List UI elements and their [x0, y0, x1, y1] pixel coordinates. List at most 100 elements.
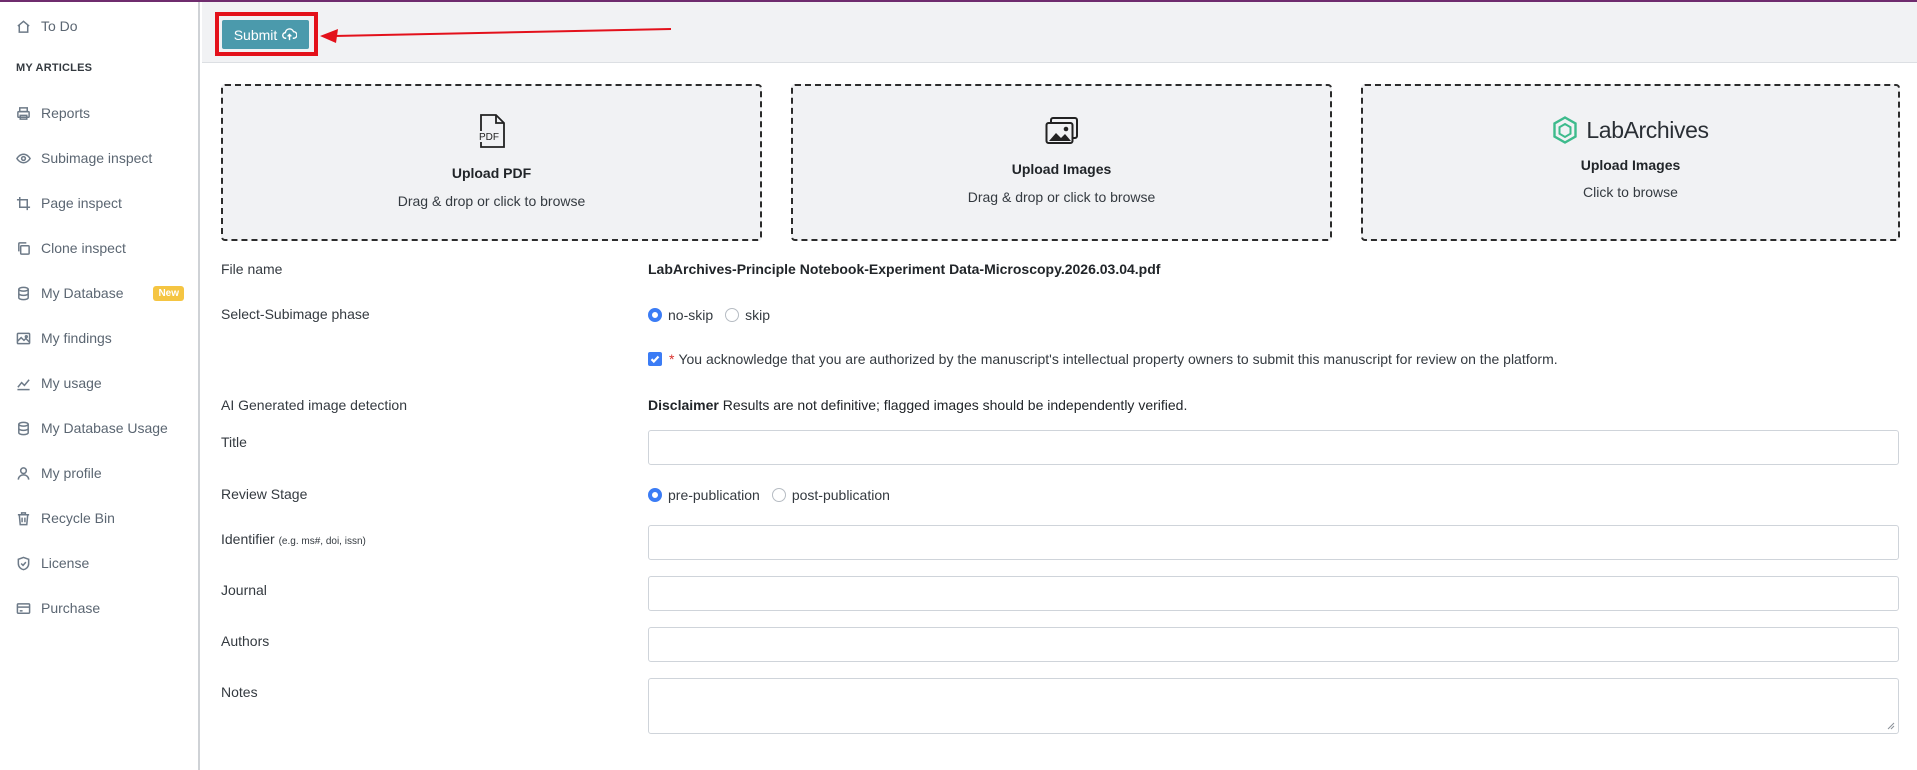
file-name-label: File name [221, 261, 283, 277]
notes-textarea[interactable] [648, 678, 1899, 734]
title-label: Title [221, 434, 247, 450]
notes-label: Notes [221, 684, 258, 700]
radio-skip[interactable]: skip [725, 307, 770, 323]
image-icon [16, 332, 31, 344]
sidebar-item-page-inspect[interactable]: Page inspect [16, 195, 186, 211]
sidebar-item-license[interactable]: License [16, 555, 186, 571]
sidebar-item-label: Clone inspect [41, 240, 126, 256]
upload-images-dropzone[interactable]: Upload Images Drag & drop or click to br… [791, 84, 1332, 241]
trash-icon [17, 511, 30, 525]
sidebar-item-label: Recycle Bin [41, 510, 115, 526]
sidebar-item-purchase[interactable]: Purchase [16, 600, 186, 616]
disclaimer: Disclaimer Results are not definitive; f… [648, 397, 1187, 413]
radio-indicator[interactable] [648, 308, 662, 322]
sidebar-item-my-usage[interactable]: My usage [16, 375, 186, 391]
disclaimer-text: Results are not definitive; flagged imag… [722, 397, 1188, 413]
radio-post-publication[interactable]: post-publication [771, 487, 890, 503]
radio-indicator[interactable] [771, 488, 786, 502]
authors-label: Authors [221, 633, 270, 649]
upload-pdf-subtitle: Drag & drop or click to browse [397, 193, 586, 209]
resize-handle-icon[interactable] [1887, 722, 1895, 730]
sidebar-item-my-profile[interactable]: My profile [16, 465, 186, 481]
submit-button-label: Submit [233, 26, 278, 43]
sidebar-item-label: To Do [41, 18, 78, 34]
sidebar-item-label: Reports [41, 105, 91, 121]
radio-indicator[interactable] [725, 308, 740, 322]
upload-pdf-dropzone[interactable]: PDF Upload PDF Drag & drop or click to b… [221, 84, 762, 241]
sidebar-item-subimage-inspect[interactable]: Subimage inspect [16, 150, 186, 166]
pdf-file-icon: PDF [476, 114, 505, 148]
upload-pdf-title: Upload PDF [451, 165, 532, 181]
credit-card-icon [16, 602, 31, 614]
labarchives-logo: LabArchives [1552, 116, 1709, 144]
sidebar-item-label: License [41, 555, 90, 571]
home-icon [17, 19, 30, 33]
cloud-upload-icon [282, 28, 298, 41]
sidebar-item-label: My profile [41, 465, 102, 481]
copy-icon [18, 241, 30, 255]
sidebar-section-title: MY ARTICLES [16, 62, 93, 74]
sidebar-item-my-findings[interactable]: My findings [16, 330, 186, 346]
sidebar-item-my-database[interactable]: My Database New [16, 285, 186, 301]
labarchives-subtitle: Click to browse [1583, 184, 1678, 200]
radio-no-skip[interactable]: no-skip [648, 307, 713, 323]
review-stage-label: Review Stage [221, 486, 308, 502]
acknowledge-text: You acknowledge that you are authorized … [678, 351, 1558, 367]
radio-indicator[interactable] [648, 488, 662, 502]
radio-label: skip [745, 307, 771, 323]
radio-label: no-skip [668, 307, 714, 323]
upload-images-subtitle: Drag & drop or click to browse [967, 189, 1156, 205]
sidebar: To Do MY ARTICLES Reports Subimage inspe… [0, 2, 200, 770]
shield-icon [17, 556, 30, 570]
printer-icon [17, 106, 30, 120]
identifier-hint: (e.g. ms#, doi, issn) [278, 536, 366, 547]
sidebar-item-todo[interactable]: To Do [16, 18, 186, 34]
images-icon [1045, 117, 1078, 144]
upload-images-title: Upload Images [1011, 161, 1112, 177]
sidebar-item-reports[interactable]: Reports [16, 105, 186, 121]
subimage-phase-radio-group: no-skip skip [648, 307, 782, 323]
labarchives-dropzone[interactable]: LabArchives Upload Images Click to brows… [1361, 84, 1900, 241]
review-stage-radio-group: pre-publication post-publication [648, 487, 902, 503]
authors-input[interactable] [648, 627, 1899, 662]
file-name-value: LabArchives-Principle Notebook-Experimen… [648, 261, 1161, 277]
radio-label: pre-publication [668, 487, 760, 503]
submit-button[interactable]: Submit [222, 20, 309, 49]
annotation-arrow [320, 28, 672, 43]
disclaimer-bold: Disclaimer [648, 397, 719, 413]
required-asterisk: * [669, 351, 675, 367]
chart-line-icon [17, 378, 30, 390]
new-badge: New [153, 285, 184, 301]
crop-icon [16, 196, 31, 210]
journal-input[interactable] [648, 576, 1899, 611]
sidebar-item-label: My Database [41, 285, 124, 301]
sidebar-item-label: My usage [41, 375, 102, 391]
database-icon [18, 286, 29, 300]
identifier-input[interactable] [648, 525, 1899, 560]
sidebar-item-recycle-bin[interactable]: Recycle Bin [16, 510, 186, 526]
database-icon [18, 421, 29, 435]
main-content: Submit PDF Upload PDF Drag & drop or cli… [202, 2, 1917, 770]
title-input[interactable] [648, 430, 1899, 465]
radio-label: post-publication [791, 487, 890, 503]
subimage-phase-label: Select-Subimage phase [221, 306, 370, 322]
radio-pre-publication[interactable]: pre-publication [648, 487, 760, 503]
svg-text:PDF: PDF [479, 132, 499, 143]
sidebar-item-label: Subimage inspect [41, 150, 153, 166]
labarchives-title: Upload Images [1580, 157, 1681, 173]
sidebar-item-label: Purchase [41, 600, 101, 616]
labarchives-logo-icon [1553, 116, 1578, 144]
sidebar-item-clone-inspect[interactable]: Clone inspect [16, 240, 186, 256]
acknowledge-row: * You acknowledge that you are authorize… [648, 351, 1558, 367]
acknowledge-checkbox[interactable] [648, 352, 662, 366]
journal-label: Journal [221, 582, 267, 598]
sidebar-item-label: My findings [41, 330, 112, 346]
sidebar-item-my-database-usage[interactable]: My Database Usage [16, 420, 186, 436]
toolbar: Submit [202, 2, 1917, 63]
ai-detection-label: AI Generated image detection [221, 397, 408, 413]
user-icon [17, 466, 30, 480]
labarchives-brand: LabArchives [1586, 116, 1709, 143]
sidebar-item-label: My Database Usage [41, 420, 168, 436]
identifier-label-text: Identifier [221, 531, 275, 547]
sidebar-item-label: Page inspect [41, 195, 122, 211]
